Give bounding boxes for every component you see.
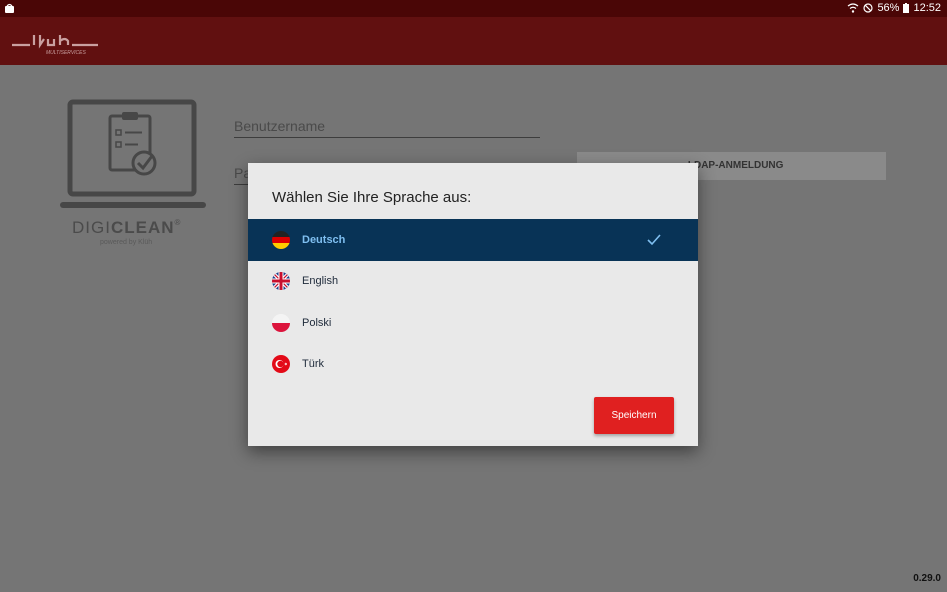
flag-poland-icon <box>272 313 290 332</box>
digiclean-brand: DIGICLEAN® <box>72 218 181 238</box>
language-list: Deutsch English Polski Türk <box>248 219 698 385</box>
language-label: English <box>302 275 339 288</box>
language-item-polski[interactable]: Polski <box>248 302 698 344</box>
battery-percent: 56% <box>877 2 900 14</box>
language-item-turk[interactable]: Türk <box>248 344 698 386</box>
battery-icon <box>903 3 910 13</box>
flag-germany-icon <box>272 230 290 249</box>
kluh-logo: MULTISERVICES <box>12 35 98 56</box>
app-version: 0.29.0 <box>913 573 941 584</box>
logo-subtitle: MULTISERVICES <box>46 50 86 56</box>
brand-prefix: DIGI <box>72 218 111 237</box>
language-label: Türk <box>302 358 324 371</box>
flag-turkey-icon <box>272 355 290 374</box>
dialog-title: Wählen Sie Ihre Sprache aus: <box>272 189 472 206</box>
save-button[interactable]: Speichern <box>594 397 674 434</box>
clock: 12:52 <box>913 2 941 14</box>
wifi-icon <box>848 3 859 13</box>
language-label: Polski <box>302 316 332 329</box>
language-dialog: Wählen Sie Ihre Sprache aus: Deutsch Eng… <box>248 163 698 446</box>
registered-mark: ® <box>174 218 182 227</box>
language-item-english[interactable]: English <box>248 261 698 303</box>
status-bar: 56% 12:52 <box>0 0 947 17</box>
checkmark-icon <box>647 234 661 245</box>
digiclean-monitor-icon <box>60 99 206 208</box>
app-bar: MULTISERVICES <box>0 17 947 65</box>
notification-icon <box>5 3 14 13</box>
language-item-deutsch[interactable]: Deutsch <box>248 219 698 261</box>
do-not-disturb-icon <box>863 3 874 13</box>
flag-uk-icon <box>272 272 290 291</box>
brand-suffix: CLEAN <box>110 218 175 237</box>
username-field[interactable]: Benutzername <box>234 118 540 138</box>
language-label: Deutsch <box>302 233 346 246</box>
powered-by: powered by Klüh <box>100 239 153 246</box>
